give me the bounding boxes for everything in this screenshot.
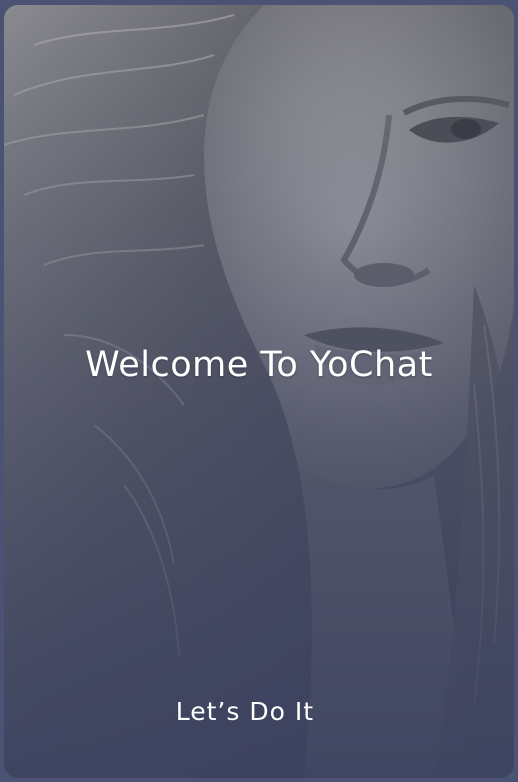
portrait-photo [4, 5, 514, 778]
lets-do-it-button[interactable]: Let’s Do It [124, 687, 314, 735]
welcome-card: Welcome To YoChat Let’s Do It [4, 5, 514, 778]
welcome-title: Welcome To YoChat [85, 345, 433, 385]
app-frame: Welcome To YoChat Let’s Do It [0, 0, 518, 782]
